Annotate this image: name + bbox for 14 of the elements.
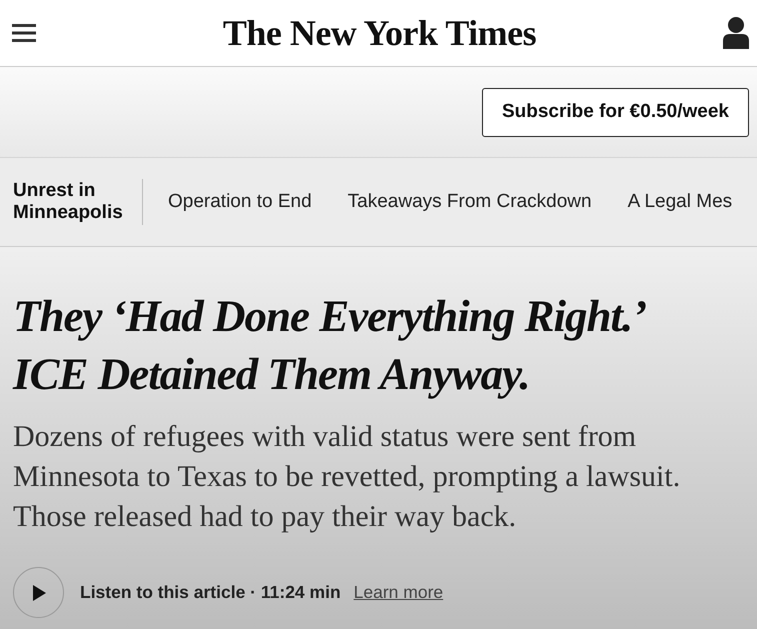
- play-icon: [30, 584, 46, 602]
- play-button[interactable]: [13, 567, 64, 618]
- headline: They ‘Had Done Everything Right.’ ICE Detained Them Anyway.: [13, 290, 644, 401]
- menu-icon[interactable]: [12, 24, 36, 42]
- summary: Dozens of refugees with valid status were sent from Minnesota to Texas to be revetted, prompting a lawsuit. Those released had to pay their way back.: [13, 419, 682, 535]
- section-title[interactable]: Unrest in Minneapolis: [13, 179, 143, 225]
- nav-link[interactable]: Operation to End: [168, 191, 312, 213]
- listen-label: Listen to this article · 11:24 min: [80, 582, 341, 603]
- account-icon[interactable]: [722, 17, 749, 49]
- nav-link[interactable]: A Legal Mes: [628, 191, 732, 213]
- learn-more-link[interactable]: Learn more: [354, 582, 444, 603]
- subscribe-button[interactable]: Subscribe for €0.50/week: [482, 88, 749, 136]
- logo[interactable]: The New York Times: [222, 12, 536, 54]
- nav-link[interactable]: Takeaways From Crackdown: [348, 191, 592, 213]
